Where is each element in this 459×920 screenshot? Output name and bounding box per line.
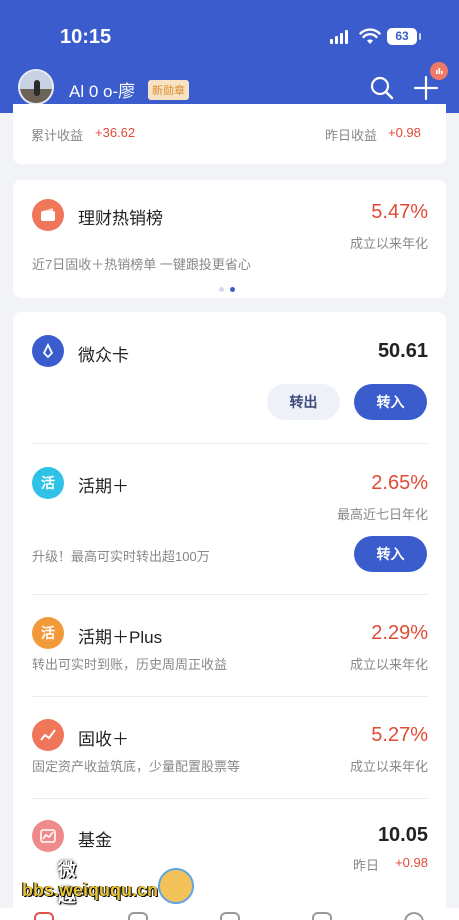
- huoqi-desc: 升级！最高可实时转出超100万: [32, 549, 210, 564]
- hot-list-icon: [32, 199, 64, 231]
- fund-value: 10.05: [377, 824, 428, 846]
- notification-dot-icon: [430, 62, 448, 80]
- huoqi-rate-label: 最高近七日年化: [336, 507, 428, 522]
- battery-level: 63: [395, 29, 409, 43]
- yesterday-earnings-value: +0.98: [388, 125, 421, 140]
- products-card: 微众卡 50.61 转出 转入 活 活期＋ 2.65% 最高近七日年化 升级！最…: [13, 312, 446, 920]
- user-bar: Al 0 o-廖 新勋章: [0, 62, 459, 108]
- app-header: 10:15 63 Al 0 o-廖 新勋章: [0, 0, 459, 113]
- fund-title: 基金: [78, 831, 112, 850]
- huoqi-row[interactable]: 活 活期＋ 2.65% 最高近七日年化 升级！最高可实时转出超100万 转入: [13, 444, 446, 594]
- gushou-title: 固收＋: [78, 730, 129, 749]
- weizhong-card-title: 微众卡: [78, 346, 129, 365]
- hot-list-rate-label: 成立以来年化: [349, 236, 428, 251]
- huoqi-plus-title: 活期＋Plus: [78, 628, 163, 647]
- medal-badge[interactable]: 新勋章: [148, 80, 189, 100]
- chart-tab-icon[interactable]: [220, 912, 240, 920]
- cellular-signal-icon: [330, 30, 348, 44]
- huoqi-title: 活期＋: [78, 477, 129, 496]
- transfer-out-button[interactable]: 转出: [267, 384, 340, 420]
- gushou-desc: 固定资产收益筑底，少量配置股票等: [32, 759, 241, 774]
- yesterday-earnings-label: 昨日收益: [325, 128, 378, 143]
- carousel-dot: [219, 287, 224, 292]
- gushou-icon: [32, 719, 64, 751]
- profile-tab-icon[interactable]: [404, 912, 424, 920]
- bottom-tab-bar: [0, 908, 459, 920]
- user-name[interactable]: Al 0 o-廖: [69, 77, 135, 102]
- watermark-url: bbs.weiququ.cn: [22, 880, 159, 900]
- fund-yesterday-value: +0.98: [395, 855, 428, 870]
- weizhong-card-icon: [32, 335, 64, 367]
- earnings-summary-card[interactable]: 累计收益 +36.62 昨日收益 +0.98: [13, 104, 446, 164]
- avatar[interactable]: [18, 69, 54, 105]
- total-earnings-label: 累计收益: [31, 128, 84, 143]
- huoqi-transfer-in-button[interactable]: 转入: [354, 536, 427, 572]
- weizhong-card-row[interactable]: 微众卡 50.61 转出 转入: [13, 312, 446, 442]
- huoqi-plus-rate: 2.29%: [371, 622, 428, 644]
- huoqi-plus-desc: 转出可实时到账，历史周周正收益: [32, 657, 228, 672]
- status-time: 10:15: [60, 26, 112, 48]
- wealth-tab-icon[interactable]: [128, 912, 148, 920]
- huoqi-plus-icon-glyph: 活: [41, 625, 55, 641]
- fund-icon: [32, 820, 64, 852]
- hot-sales-card[interactable]: 理财热销榜 5.47% 成立以来年化 近7日固收＋热销榜单 一键跟投更省心: [13, 180, 446, 298]
- duck-logo-icon: [158, 868, 194, 904]
- hot-list-title: 理财热销榜: [78, 209, 163, 228]
- battery-icon: 63: [387, 28, 421, 45]
- carousel-dots: [219, 287, 235, 292]
- cards-tab-icon[interactable]: [312, 912, 332, 920]
- huoqi-rate: 2.65%: [371, 472, 428, 494]
- carousel-dot-active: [230, 287, 235, 292]
- gushou-rate-label: 成立以来年化: [349, 759, 428, 774]
- home-tab-icon[interactable]: [34, 912, 54, 920]
- total-earnings-value: +36.62: [95, 125, 136, 140]
- wifi-icon: [359, 28, 381, 44]
- transfer-in-button[interactable]: 转入: [354, 384, 427, 420]
- hot-list-desc: 近7日固收＋热销榜单 一键跟投更省心: [32, 257, 251, 272]
- status-bar: 10:15 63: [0, 22, 459, 52]
- huoqi-icon: 活: [32, 467, 64, 499]
- huoqi-plus-row[interactable]: 活 活期＋Plus 2.29% 转出可实时到账，历史周周正收益 成立以来年化: [13, 595, 446, 695]
- weizhong-card-value: 50.61: [377, 340, 428, 362]
- huoqi-plus-icon: 活: [32, 617, 64, 649]
- gushou-row[interactable]: 固收＋ 5.27% 固定资产收益筑底，少量配置股票等 成立以来年化: [13, 697, 446, 797]
- gushou-rate: 5.27%: [371, 724, 428, 746]
- search-icon[interactable]: [369, 75, 395, 101]
- hot-list-rate: 5.47%: [371, 201, 428, 223]
- huoqi-plus-rate-label: 成立以来年化: [349, 657, 428, 672]
- huoqi-icon-glyph: 活: [41, 475, 55, 491]
- fund-yesterday-label: 昨日: [353, 858, 380, 873]
